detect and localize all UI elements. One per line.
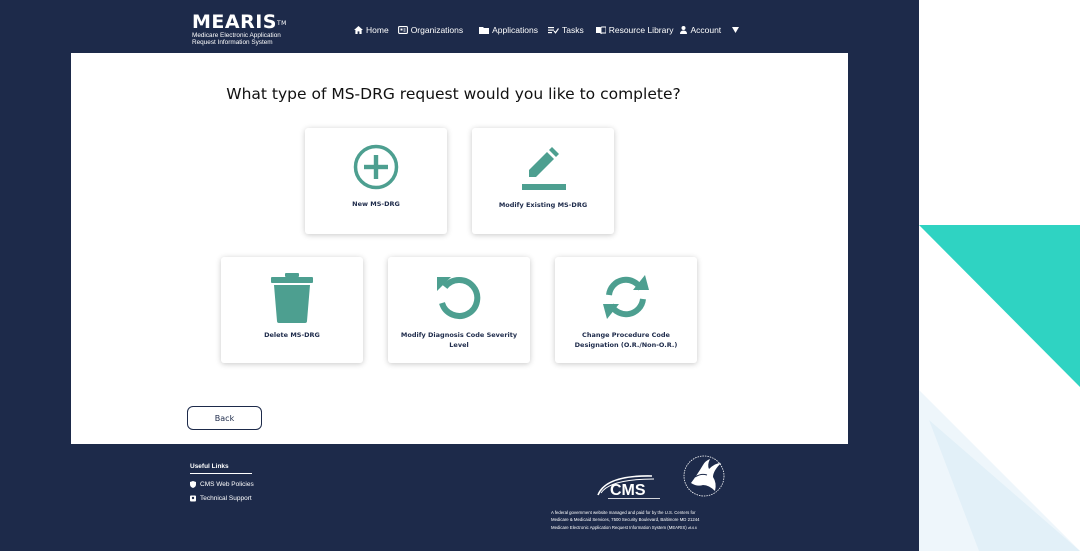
shield-icon (190, 481, 196, 488)
delete-ms-drg-card[interactable]: Delete MS-DRG (221, 257, 363, 363)
book-icon (595, 26, 606, 34)
nav-tasks[interactable]: Tasks (547, 25, 584, 35)
logo-trademark: TM (276, 20, 287, 27)
plus-circle-icon (353, 144, 399, 190)
app-frame: MEARISTM Medicare Electronic Application… (0, 0, 919, 551)
decorative-side-panel (919, 0, 1080, 551)
page-title: What type of MS-DRG request would you li… (226, 85, 681, 103)
footer-version: v8.6.6 (687, 525, 697, 530)
support-icon (190, 495, 196, 502)
footer-notice-line2: Medicare & Medicaid Services, 7500 Secur… (551, 517, 700, 523)
cms-logo-text: CMS (610, 482, 646, 499)
new-ms-drg-label: New MS-DRG (352, 200, 400, 208)
delete-ms-drg-label: Delete MS-DRG (264, 331, 320, 339)
useful-links: Useful Links CMS Web Policies Technical … (190, 463, 254, 502)
technical-support-label: Technical Support (200, 495, 252, 502)
change-procedure-designation-label: Change Procedure Code Designation (O.R./… (574, 331, 678, 349)
modify-diagnosis-severity-label: Modify Diagnosis Code Severity Level (400, 331, 518, 349)
mearis-logo[interactable]: MEARISTM Medicare Electronic Application… (192, 11, 292, 47)
nav-organizations-label: Organizations (410, 25, 464, 35)
logo-text: MEARIS (192, 11, 277, 33)
folder-icon (479, 27, 490, 34)
chevron-down-icon[interactable] (732, 27, 740, 33)
nav-organizations[interactable]: Organizations (397, 25, 464, 35)
trash-icon (271, 273, 313, 323)
new-ms-drg-card[interactable]: New MS-DRG (305, 128, 447, 234)
nav-account-label: Account (690, 25, 722, 35)
cms-logo[interactable]: CMS (596, 473, 664, 501)
logo-subtitle: Medicare Electronic Application Request … (192, 32, 281, 46)
main-content: What type of MS-DRG request would you li… (71, 53, 848, 444)
footer-notice-line3: Medicare Electronic Application Request … (551, 524, 687, 530)
nav-applications-label: Applications (492, 25, 538, 35)
nav-home-label: Home (366, 25, 389, 35)
tasks-icon (547, 27, 559, 34)
organization-icon (397, 26, 408, 34)
modify-diagnosis-severity-card[interactable]: Modify Diagnosis Code Severity Level (388, 257, 530, 363)
nav-tasks-label: Tasks (561, 25, 584, 35)
useful-links-title: Useful Links (190, 463, 252, 474)
nav-resource-library[interactable]: Resource Library (595, 25, 674, 35)
nav-account[interactable]: Account (680, 25, 740, 35)
main-nav: Home Organizations Applications Tasks Re… (354, 25, 740, 35)
rotate-icon (437, 276, 481, 319)
nav-home[interactable]: Home (354, 25, 389, 35)
refresh-icon (603, 275, 649, 319)
user-icon (680, 26, 688, 34)
modify-existing-ms-drg-label: Modify Existing MS-DRG (498, 201, 588, 209)
pencil-icon (522, 147, 566, 190)
home-icon (354, 26, 363, 34)
change-procedure-designation-card[interactable]: Change Procedure Code Designation (O.R./… (555, 257, 697, 363)
technical-support-link[interactable]: Technical Support (190, 495, 254, 502)
nav-resource-library-label: Resource Library (608, 25, 674, 35)
cms-web-policies-link[interactable]: CMS Web Policies (190, 481, 254, 488)
back-button[interactable]: Back (187, 406, 262, 430)
cms-web-policies-label: CMS Web Policies (200, 481, 254, 488)
teal-triangle-graphic (919, 225, 1080, 551)
footer-notice: A federal government website managed and… (551, 509, 731, 532)
footer-notice-line1: A federal government website managed and… (551, 510, 696, 515)
nav-applications[interactable]: Applications (479, 25, 538, 35)
hhs-seal[interactable] (683, 453, 725, 499)
modify-existing-ms-drg-card[interactable]: Modify Existing MS-DRG (472, 128, 614, 234)
